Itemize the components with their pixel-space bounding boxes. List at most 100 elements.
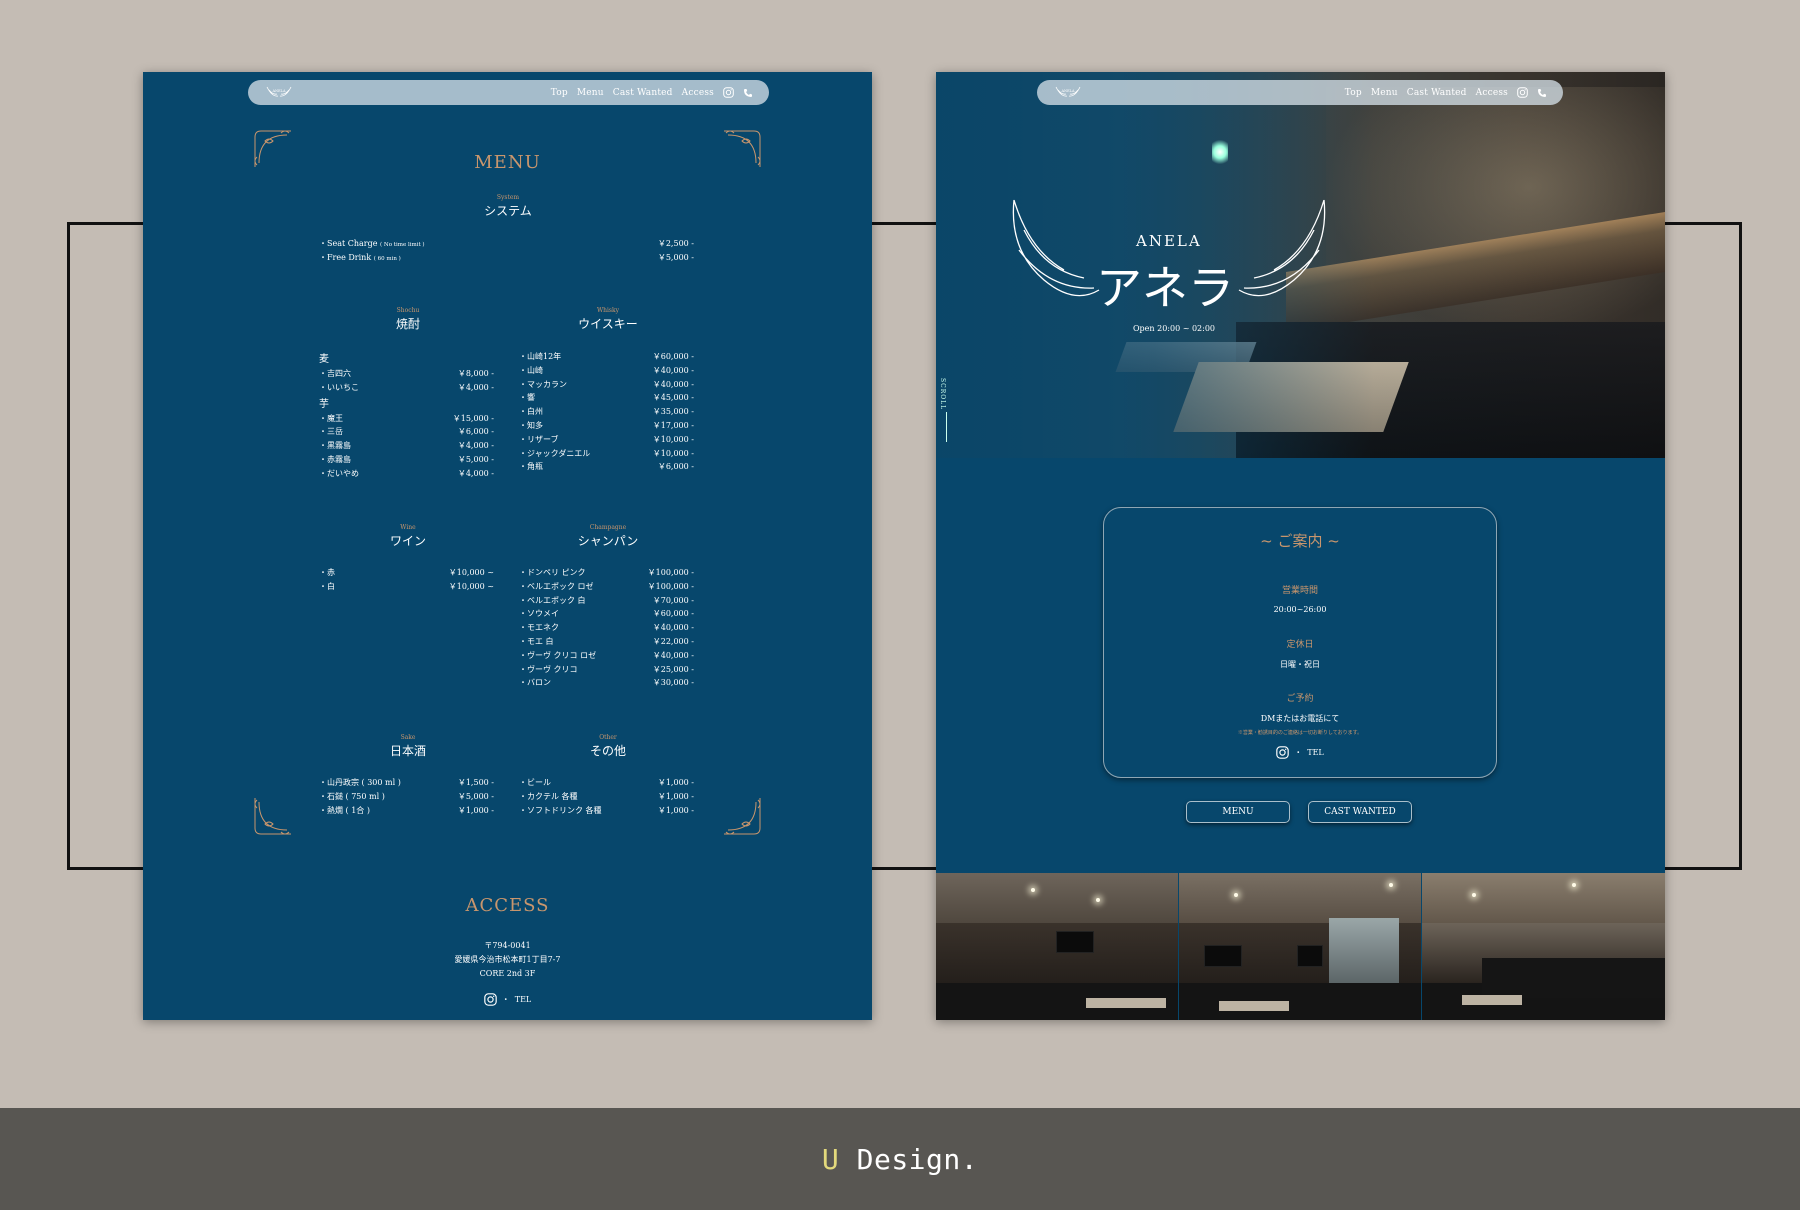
item-name: ・Seat Charge ( No time limit ) bbox=[319, 237, 425, 251]
item-price: ￥60,000 - bbox=[652, 609, 694, 619]
menu-item: ・山崎 ￥40,000 - bbox=[519, 364, 694, 378]
item-name: ・山崎12年 bbox=[519, 352, 562, 361]
item-price: ￥40,000 - bbox=[652, 650, 694, 660]
menu-item: ・ジャックダニエル ￥10,000 - bbox=[519, 447, 694, 461]
item-name: ・Free Drink ( 60 min ) bbox=[319, 251, 401, 265]
building-line: CORE 2nd 3F bbox=[479, 969, 536, 978]
phone-icon[interactable] bbox=[1537, 88, 1547, 98]
item-price: ￥40,000 - bbox=[652, 379, 694, 389]
whisky-list: ・山崎12年 ￥60,000 - ・山崎 ￥40,000 - ・マッカラン ￥40,0… bbox=[519, 350, 694, 474]
nav-bar: ANELA Top Menu Cast Wanted Access bbox=[1037, 80, 1563, 105]
item-name: ・ソフトドリンク 各種 bbox=[519, 805, 602, 815]
ornament-bottom-left-icon bbox=[254, 798, 291, 835]
logo-icon[interactable]: ANELA bbox=[1053, 83, 1083, 102]
menu-page: ANELA Top Menu Cast Wanted Access MENU S… bbox=[143, 72, 872, 1020]
phone-icon[interactable] bbox=[743, 88, 753, 98]
item-price: ￥5,000 - bbox=[457, 791, 494, 801]
item-price: ￥2,500 - bbox=[657, 239, 694, 248]
item-price: ￥4,000 - bbox=[457, 468, 494, 478]
item-price: ￥70,000 - bbox=[652, 595, 694, 605]
nav-bar: ANELA Top Menu Cast Wanted Access bbox=[248, 80, 769, 105]
scroll-indicator[interactable]: SCROLL bbox=[939, 378, 946, 410]
ceiling-light bbox=[1472, 893, 1476, 897]
table bbox=[1219, 1001, 1289, 1011]
item-name: ・モエネク bbox=[519, 623, 559, 633]
brand-initial: U bbox=[821, 1142, 840, 1176]
hours-label: 営業時間 bbox=[1281, 586, 1318, 596]
category-en: Whisky bbox=[596, 307, 620, 314]
item-price: ￥1,000 - bbox=[657, 791, 694, 801]
item-price: ￥10,000 ~ bbox=[448, 581, 494, 591]
hero-brand: ANELA bbox=[1136, 232, 1202, 250]
guide-contact: ・ TEL bbox=[1104, 746, 1496, 759]
sofa bbox=[1482, 958, 1665, 998]
item-name: ・ビール bbox=[519, 778, 551, 787]
tv bbox=[1204, 945, 1242, 967]
item-name: ・いいちこ bbox=[319, 382, 359, 392]
nav-link-top[interactable]: Top bbox=[551, 88, 568, 98]
ceiling-light bbox=[1096, 898, 1100, 902]
menu-item: ・山崎12年 ￥60,000 - bbox=[519, 350, 694, 364]
category-system: System システム bbox=[438, 194, 578, 219]
item-name: ・ソウメイ bbox=[519, 609, 559, 619]
category-en: Sake bbox=[400, 734, 416, 741]
tv bbox=[1297, 945, 1323, 967]
nav-link-menu[interactable]: Menu bbox=[1371, 88, 1398, 98]
tel-link[interactable]: TEL bbox=[1307, 748, 1324, 757]
menu-item: ・白州 ￥35,000 - bbox=[519, 405, 694, 419]
menu-item: ・ベルエポック 白 ￥70,000 - bbox=[519, 594, 694, 608]
instagram-icon[interactable] bbox=[1517, 87, 1528, 98]
menu-item: ・吉四六 ￥8,000 - bbox=[319, 367, 494, 381]
item-price: ￥6,000 - bbox=[457, 427, 494, 437]
cast-wanted-button[interactable]: CAST WANTED bbox=[1308, 801, 1412, 823]
menu-item: ・ヴーヴ クリコ ￥25,000 - bbox=[519, 663, 694, 677]
item-name: ・ヴーヴ クリコ bbox=[519, 664, 578, 674]
category-en: Champagne bbox=[589, 524, 627, 531]
tel-link[interactable]: TEL bbox=[515, 995, 532, 1004]
nav-link-cast-wanted[interactable]: Cast Wanted bbox=[613, 88, 673, 98]
logo-icon[interactable]: ANELA bbox=[264, 83, 294, 102]
table bbox=[1086, 998, 1166, 1008]
menu-item: ・ドンペリ ピンク ￥100,000 - bbox=[519, 566, 694, 580]
nav-link-menu[interactable]: Menu bbox=[577, 88, 604, 98]
hero-hours: Open 20:00 ~ 02:00 bbox=[1133, 324, 1216, 333]
group-label: 芋 bbox=[319, 398, 329, 410]
instagram-icon[interactable] bbox=[723, 87, 734, 98]
champagne-list: ・ドンペリ ピンク ￥100,000 - ・ベルエポック ロゼ ￥100,000 -… bbox=[519, 566, 694, 690]
nav-link-cast-wanted[interactable]: Cast Wanted bbox=[1407, 88, 1467, 98]
item-name: ・だいやめ bbox=[319, 468, 359, 478]
menu-item: ・赤 ￥10,000 ~ bbox=[319, 566, 494, 580]
item-name: ・赤霧島 bbox=[319, 454, 351, 464]
category-sake: Sake 日本酒 bbox=[338, 734, 478, 759]
nav-link-top[interactable]: Top bbox=[1345, 88, 1362, 98]
guide-note: ※営業・勧誘目的のご連絡は一切お断りしております。 bbox=[1237, 730, 1363, 736]
nav-link-access[interactable]: Access bbox=[1476, 88, 1508, 98]
menu-item: ・三岳 ￥6,000 - bbox=[319, 425, 494, 439]
category-jp: 日本酒 bbox=[389, 744, 426, 758]
item-name: ・三岳 bbox=[319, 427, 343, 437]
menu-item: ・いいちこ ￥4,000 - bbox=[319, 381, 494, 395]
category-jp: ワイン bbox=[389, 534, 426, 548]
item-price: ￥35,000 - bbox=[652, 407, 694, 417]
reserve-label: ご予約 bbox=[1286, 694, 1314, 704]
glass-shelf bbox=[1329, 918, 1399, 983]
item-price: ￥8,000 - bbox=[457, 369, 494, 378]
item-price: ￥30,000 - bbox=[652, 678, 694, 688]
menu-item: ・バロン ￥30,000 - bbox=[519, 676, 694, 690]
guide-card: ~ ご案内 ~ 営業時間 20:00~26:00 定休日 日曜・祝日 ご予約 D… bbox=[1103, 507, 1497, 778]
category-en: Wine bbox=[400, 524, 416, 531]
menu-button[interactable]: MENU bbox=[1186, 801, 1290, 823]
menu-item: ・知多 ￥17,000 - bbox=[519, 419, 694, 433]
tv bbox=[1056, 931, 1094, 953]
item-price: ￥4,000 - bbox=[457, 441, 494, 451]
reserve-value: DMまたはお電話にて bbox=[1260, 714, 1340, 723]
sake-list: ・山丹政宗 ( 300 ml ) ￥1,500 - ・石鎚 ( 750 ml ) ￥… bbox=[319, 776, 494, 817]
instagram-icon[interactable] bbox=[483, 993, 497, 1006]
item-price: ￥1,000 - bbox=[657, 805, 694, 815]
menu-item: ・ビール ￥1,000 - bbox=[519, 776, 694, 790]
nav-link-access[interactable]: Access bbox=[682, 88, 714, 98]
instagram-icon[interactable] bbox=[1276, 746, 1290, 759]
category-jp: ウイスキー bbox=[578, 317, 638, 331]
item-price: ￥17,000 - bbox=[652, 420, 694, 430]
item-note: ( No time limit ) bbox=[380, 242, 425, 248]
